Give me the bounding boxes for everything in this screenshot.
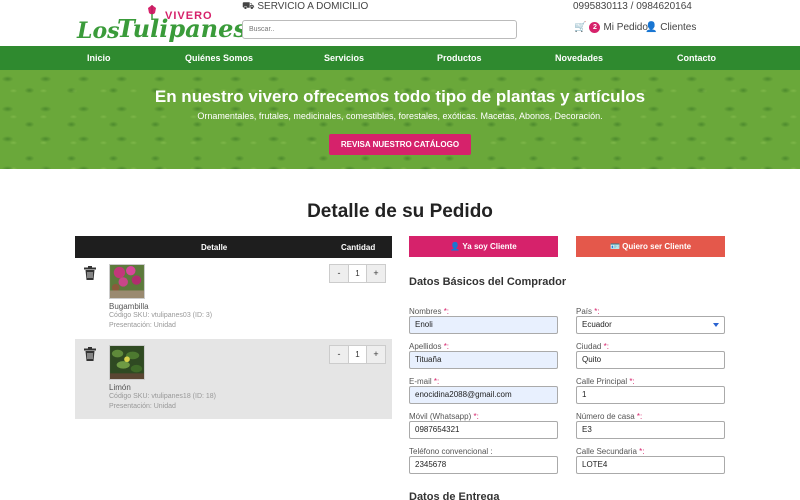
label-text: Calle Secundaria	[576, 447, 640, 456]
required-mark: *:	[443, 307, 450, 316]
logo-vivero: VIVERO	[165, 10, 213, 22]
truck-icon: ⛟	[242, 1, 255, 12]
label-text: Móvil (Whatsapp)	[409, 412, 474, 421]
label-text: Calle Principal	[576, 377, 630, 386]
main-nav: Inicio Quiénes Somos Servicios Productos…	[0, 46, 800, 70]
quantity-value[interactable]: 1	[348, 265, 367, 282]
numero-casa-label: Número de casa *:	[576, 412, 642, 421]
product-sku: Código SKU: vtulipanes18 (ID: 18)	[109, 393, 216, 400]
email-field[interactable]: enocidina2088@gmail.com	[409, 386, 558, 404]
nav-item-quienes-somos[interactable]: Quiénes Somos	[185, 53, 253, 63]
product-name: Bugambilla	[109, 302, 149, 311]
clients-label: Clientes	[660, 22, 697, 33]
existing-client-label: Ya soy Cliente	[462, 242, 517, 251]
required-mark: *:	[594, 307, 600, 316]
increase-button[interactable]: +	[367, 265, 385, 282]
pais-label: País *:	[576, 307, 600, 316]
cart-count-badge: 2	[589, 22, 601, 33]
movil-label: Móvil (Whatsapp) *:	[409, 412, 479, 421]
user-icon: 👤	[450, 242, 461, 251]
table-row: Limón Código SKU: vtulipanes18 (ID: 18) …	[75, 339, 392, 419]
new-client-label: Quiero ser Cliente	[622, 242, 692, 251]
label-text: Ciudad	[576, 342, 604, 351]
nav-item-contacto[interactable]: Contacto	[677, 53, 716, 63]
telefono-label: Teléfono convencional :	[409, 447, 493, 456]
chevron-down-icon	[713, 323, 719, 327]
col-quantity: Cantidad	[341, 243, 376, 252]
pais-select[interactable]: Ecuador	[576, 316, 725, 334]
required-mark: *:	[636, 412, 643, 421]
hero-banner: En nuestro vivero ofrecemos todo tipo de…	[0, 70, 800, 169]
cart-link[interactable]: 🛒 2 Mi Pedido	[574, 22, 648, 33]
required-mark: *:	[603, 342, 609, 351]
required-mark: *:	[433, 377, 440, 386]
movil-field[interactable]: 0987654321	[409, 421, 558, 439]
label-text: Nombres	[409, 307, 444, 316]
site-logo[interactable]: Los Tulipanes VIVERO	[77, 4, 247, 44]
hero-title: En nuestro vivero ofrecemos todo tipo de…	[154, 87, 646, 106]
page-title: Detalle de su Pedido	[307, 201, 493, 222]
new-client-button[interactable]: 🪪 Quiero ser Cliente	[576, 236, 725, 257]
clients-link[interactable]: 👤 Clientes	[645, 22, 696, 33]
delivery-info: ⛟ SERVICIO A DOMICILIO	[242, 1, 368, 14]
decrease-button[interactable]: -	[330, 265, 348, 282]
quantity-stepper: - 1 +	[329, 345, 386, 364]
order-table-header: Detalle Cantidad	[75, 236, 392, 258]
calle-secundaria-field[interactable]: LOTE4	[576, 456, 725, 474]
decrease-button[interactable]: -	[330, 346, 348, 363]
search-input[interactable]	[242, 20, 517, 39]
existing-client-button[interactable]: 👤 Ya soy Cliente	[409, 236, 558, 257]
nombres-label: Nombres *:	[409, 307, 449, 316]
nav-item-novedades[interactable]: Novedades	[555, 53, 603, 63]
cart-label: Mi Pedido	[603, 22, 648, 33]
label-text: País	[576, 307, 595, 316]
apellidos-label: Apellidos *:	[409, 342, 449, 351]
telefono-field[interactable]: 2345678	[409, 456, 558, 474]
cart-icon: 🛒	[574, 22, 587, 33]
hero-subtitle: Ornamentales, frutales, medicinales, com…	[197, 111, 603, 121]
required-mark: *:	[639, 447, 645, 456]
product-image-limon	[109, 345, 145, 380]
section-basic-data: Datos Básicos del Comprador	[409, 276, 567, 288]
catalog-button[interactable]: REVISA NUESTRO CATÁLOGO	[329, 134, 471, 155]
delivery-text: SERVICIO A DOMICILIO	[257, 1, 369, 12]
ciudad-label: Ciudad *:	[576, 342, 609, 351]
numero-casa-field[interactable]: E3	[576, 421, 725, 439]
label-text: Apellidos	[409, 342, 444, 351]
trash-icon[interactable]	[84, 347, 96, 361]
table-row: Bugambilla Código SKU: vtulipanes03 (ID:…	[75, 258, 392, 338]
pais-value: Ecuador	[582, 320, 612, 329]
nav-item-inicio[interactable]: Inicio	[87, 53, 111, 63]
product-presentation: Presentación: Unidad	[109, 322, 176, 329]
product-name: Limón	[109, 383, 131, 392]
calle-secundaria-label: Calle Secundaria *:	[576, 447, 645, 456]
calle-principal-label: Calle Principal *:	[576, 377, 635, 386]
required-mark: *:	[443, 342, 450, 351]
email-label: E-mail *:	[409, 377, 439, 386]
user-icon: 👤	[645, 22, 658, 33]
product-sku: Código SKU: vtulipanes03 (ID: 3)	[109, 312, 213, 319]
trash-icon[interactable]	[84, 266, 96, 280]
apellidos-field[interactable]: Tituaña	[409, 351, 558, 369]
label-text: E-mail	[409, 377, 434, 386]
logo-los: Los	[77, 18, 120, 44]
quantity-stepper: - 1 +	[329, 264, 386, 283]
ciudad-field[interactable]: Quito	[576, 351, 725, 369]
top-header: Los Tulipanes VIVERO ⛟ SERVICIO A DOMICI…	[0, 0, 800, 46]
section-delivery-data: Datos de Entrega	[409, 491, 500, 500]
nombres-field[interactable]: Enoli	[409, 316, 558, 334]
required-mark: *:	[473, 412, 479, 421]
calle-principal-field[interactable]: 1	[576, 386, 725, 404]
nav-item-servicios[interactable]: Servicios	[324, 53, 364, 63]
product-presentation: Presentación: Unidad	[109, 403, 176, 410]
col-detail: Detalle	[201, 243, 228, 252]
label-text: Número de casa	[576, 412, 637, 421]
nav-item-productos[interactable]: Productos	[437, 53, 482, 63]
quantity-value[interactable]: 1	[348, 346, 367, 363]
phone-numbers: 0995830113 / 0984620164	[573, 1, 692, 12]
required-mark: *:	[629, 377, 635, 386]
increase-button[interactable]: +	[367, 346, 385, 363]
id-card-icon: 🪪	[609, 242, 620, 251]
product-image-bugambilla	[109, 264, 145, 299]
